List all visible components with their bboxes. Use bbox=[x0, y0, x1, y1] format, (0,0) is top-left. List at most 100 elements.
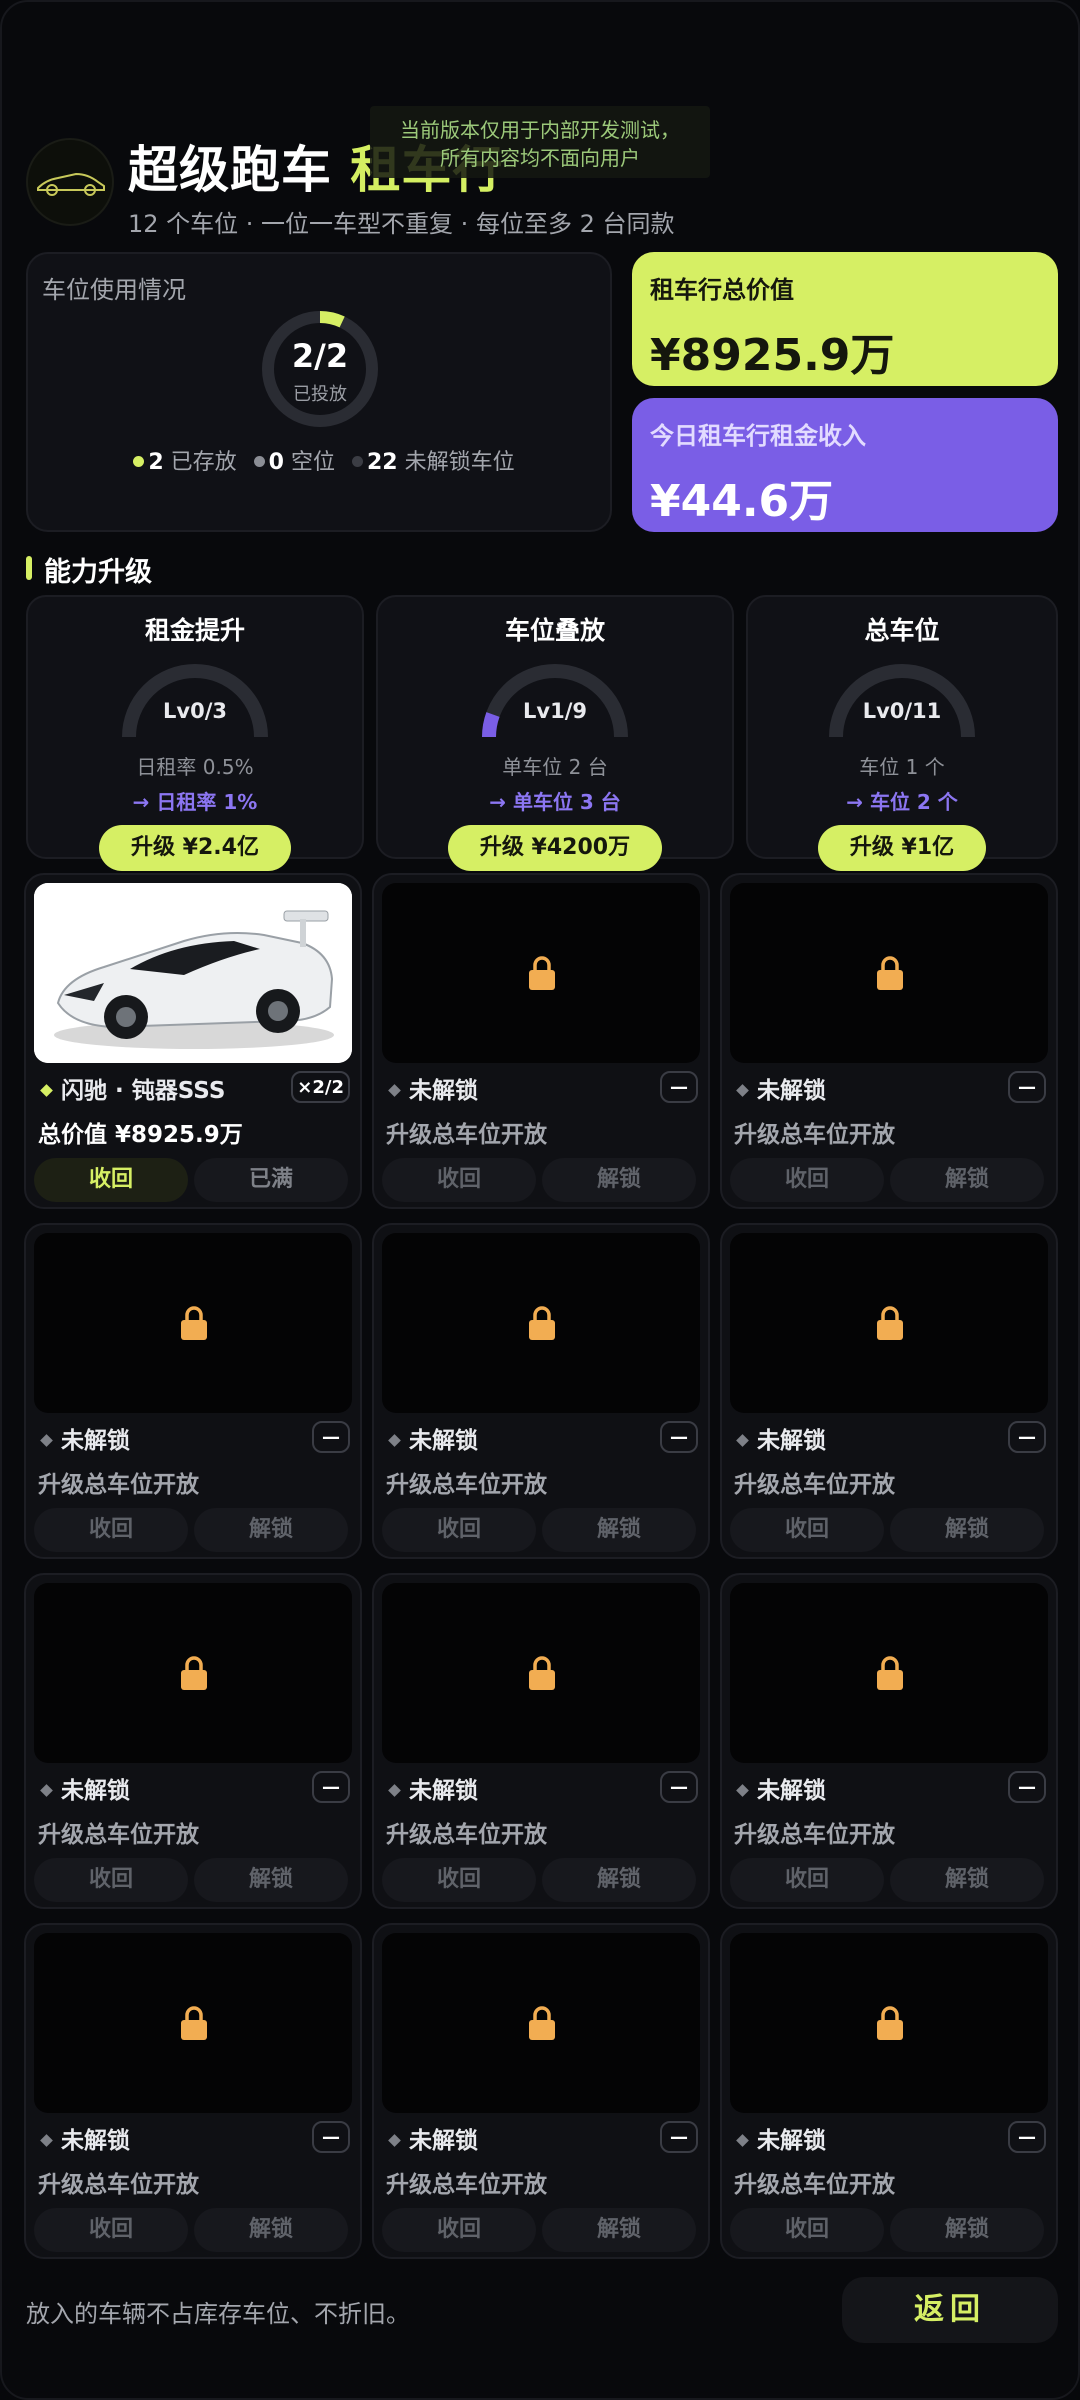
slot-image bbox=[382, 1933, 700, 2113]
slot-card[interactable]: 未解锁 — 升级总车位开放 收回 解锁 bbox=[720, 1223, 1058, 1559]
diamond-icon bbox=[388, 1784, 401, 1797]
lock-icon bbox=[877, 2006, 903, 2040]
unlock-button[interactable]: 解锁 bbox=[890, 1858, 1044, 1902]
recall-button[interactable]: 收回 bbox=[34, 2208, 188, 2252]
slot-image bbox=[730, 1583, 1048, 1763]
unlock-button[interactable]: 解锁 bbox=[542, 1508, 696, 1552]
recall-button[interactable]: 收回 bbox=[382, 2208, 536, 2252]
slot-name: 未解锁 bbox=[734, 1421, 826, 1455]
legend-empty: 0 空位 bbox=[244, 450, 335, 475]
dev-notice-line2: 所有内容均不面向用户 bbox=[440, 146, 640, 170]
empty-dot-icon bbox=[253, 456, 265, 467]
slot-count-badge: — bbox=[312, 1421, 350, 1453]
recall-button[interactable]: 收回 bbox=[382, 1508, 536, 1552]
recall-button[interactable]: 收回 bbox=[730, 1508, 884, 1552]
upgrade-rent-button[interactable]: 升级 ¥2.4亿 bbox=[99, 825, 291, 871]
upgrade-next: → 车位 2 个 bbox=[846, 790, 958, 814]
upgrade-total-slots-button[interactable]: 升级 ¥1亿 bbox=[817, 825, 987, 871]
unlock-button[interactable]: 解锁 bbox=[194, 1508, 348, 1552]
upgrade-gauge: Lv0/3 bbox=[115, 657, 275, 743]
upgrade-card-total-slots: 总车位 Lv0/11 车位 1 个 → 车位 2 个 升级 ¥1亿 bbox=[746, 595, 1058, 871]
daily-income-label: 今日租车行租金收入 bbox=[650, 422, 866, 450]
recall-button[interactable]: 收回 bbox=[730, 2208, 884, 2252]
slot-card[interactable]: 未解锁 — 升级总车位开放 收回 解锁 bbox=[372, 1923, 710, 2259]
recall-button[interactable]: 收回 bbox=[34, 1508, 188, 1552]
upgrade-gauge: Lv1/9 bbox=[475, 657, 635, 743]
slot-card[interactable]: 闪驰 · 钝器SSS ×2/2 总价值 ¥8925.9万 收回 已满 bbox=[24, 873, 362, 1209]
diamond-icon bbox=[736, 1434, 749, 1447]
stored-dot-icon bbox=[133, 456, 145, 467]
recall-button[interactable]: 收回 bbox=[34, 1858, 188, 1902]
slot-image bbox=[382, 1233, 700, 1413]
lock-icon bbox=[181, 1306, 207, 1340]
slot-name: 未解锁 bbox=[734, 1071, 826, 1105]
upgrade-card-stack: 车位叠放 Lv1/9 单车位 2 台 → 单车位 3 台 升级 ¥4200万 bbox=[376, 595, 734, 871]
diamond-icon bbox=[388, 1434, 401, 1447]
unlock-button[interactable]: 解锁 bbox=[890, 2208, 1044, 2252]
recall-button[interactable]: 收回 bbox=[382, 1158, 536, 1202]
slot-count-badge: — bbox=[1008, 1421, 1046, 1453]
slot-card[interactable]: 未解锁 — 升级总车位开放 收回 解锁 bbox=[24, 1923, 362, 2259]
slot-usage-label: 车位使用情况 bbox=[42, 276, 186, 304]
lock-icon bbox=[529, 1656, 555, 1690]
slot-desc: 升级总车位开放 bbox=[386, 1472, 547, 1498]
slot-count-badge: — bbox=[660, 1071, 698, 1103]
slot-image bbox=[34, 1233, 352, 1413]
slot-card[interactable]: 未解锁 — 升级总车位开放 收回 解锁 bbox=[24, 1223, 362, 1559]
daily-income-card: 今日租车行租金收入 ¥44.6万 bbox=[632, 398, 1058, 532]
unlock-button[interactable]: 解锁 bbox=[542, 1858, 696, 1902]
unlock-button[interactable]: 解锁 bbox=[194, 2208, 348, 2252]
unlock-button[interactable]: 解锁 bbox=[890, 1508, 1044, 1552]
upgrade-next: → 单车位 3 台 bbox=[489, 790, 621, 814]
diamond-icon bbox=[40, 2134, 53, 2147]
lock-icon bbox=[529, 2006, 555, 2040]
slot-count-badge: — bbox=[1008, 1771, 1046, 1803]
diamond-icon bbox=[40, 1784, 53, 1797]
slot-count-badge: ×2/2 bbox=[291, 1071, 350, 1103]
slot-card[interactable]: 未解锁 — 升级总车位开放 收回 解锁 bbox=[372, 873, 710, 1209]
slot-desc: 升级总车位开放 bbox=[38, 2172, 199, 2198]
diamond-icon bbox=[40, 1434, 53, 1447]
usage-ring: 2/2 已投放 bbox=[260, 309, 380, 429]
slot-card[interactable]: 未解锁 — 升级总车位开放 收回 解锁 bbox=[720, 1923, 1058, 2259]
car-image bbox=[34, 883, 352, 1063]
slot-count-badge: — bbox=[660, 1771, 698, 1803]
slot-card[interactable]: 未解锁 — 升级总车位开放 收回 解锁 bbox=[372, 1573, 710, 1909]
slot-desc: 总价值 ¥8925.9万 bbox=[38, 1122, 243, 1148]
locked-dot-icon bbox=[352, 456, 363, 467]
dev-notice: 当前版本仅用于内部开发测试， 所有内容均不面向用户 bbox=[370, 106, 710, 178]
slot-card[interactable]: 未解锁 — 升级总车位开放 收回 解锁 bbox=[720, 873, 1058, 1209]
unlock-button[interactable]: 解锁 bbox=[890, 1158, 1044, 1202]
unlock-button[interactable]: 解锁 bbox=[542, 1158, 696, 1202]
back-button[interactable]: 返回 bbox=[842, 2277, 1058, 2343]
lock-icon bbox=[529, 1306, 555, 1340]
upgrade-name: 租金提升 bbox=[144, 616, 245, 645]
slot-image bbox=[382, 1583, 700, 1763]
slot-desc: 升级总车位开放 bbox=[734, 2172, 895, 2198]
lock-icon bbox=[529, 956, 555, 990]
lock-icon bbox=[181, 1656, 207, 1690]
slot-card[interactable]: 未解锁 — 升级总车位开放 收回 解锁 bbox=[24, 1573, 362, 1909]
unlock-button[interactable]: 解锁 bbox=[542, 2208, 696, 2252]
slot-name: 未解锁 bbox=[38, 2121, 130, 2155]
unlock-button[interactable]: 解锁 bbox=[194, 1858, 348, 1902]
lock-icon bbox=[877, 1656, 903, 1690]
recall-button[interactable]: 收回 bbox=[382, 1858, 536, 1902]
slot-card[interactable]: 未解锁 — 升级总车位开放 收回 解锁 bbox=[372, 1223, 710, 1559]
diamond-icon bbox=[40, 1084, 53, 1097]
recall-button[interactable]: 收回 bbox=[730, 1858, 884, 1902]
lock-icon bbox=[877, 956, 903, 990]
recall-button[interactable]: 收回 bbox=[730, 1158, 884, 1202]
legend-stored: 2 已存放 bbox=[123, 450, 237, 475]
recall-button[interactable]: 收回 bbox=[34, 1158, 188, 1202]
full-button[interactable]: 已满 bbox=[194, 1158, 348, 1202]
slot-name: 未解锁 bbox=[386, 2121, 478, 2155]
slot-count-badge: — bbox=[660, 2121, 698, 2153]
upgrade-stack-button[interactable]: 升级 ¥4200万 bbox=[447, 825, 663, 871]
usage-ring-caption: 已投放 bbox=[293, 384, 347, 405]
slot-card[interactable]: 未解锁 — 升级总车位开放 收回 解锁 bbox=[720, 1573, 1058, 1909]
slot-name: 未解锁 bbox=[386, 1771, 478, 1805]
slot-image bbox=[34, 1933, 352, 2113]
total-value-label: 租车行总价值 bbox=[650, 276, 794, 304]
total-value-card: 租车行总价值 ¥8925.9万 bbox=[632, 252, 1058, 386]
